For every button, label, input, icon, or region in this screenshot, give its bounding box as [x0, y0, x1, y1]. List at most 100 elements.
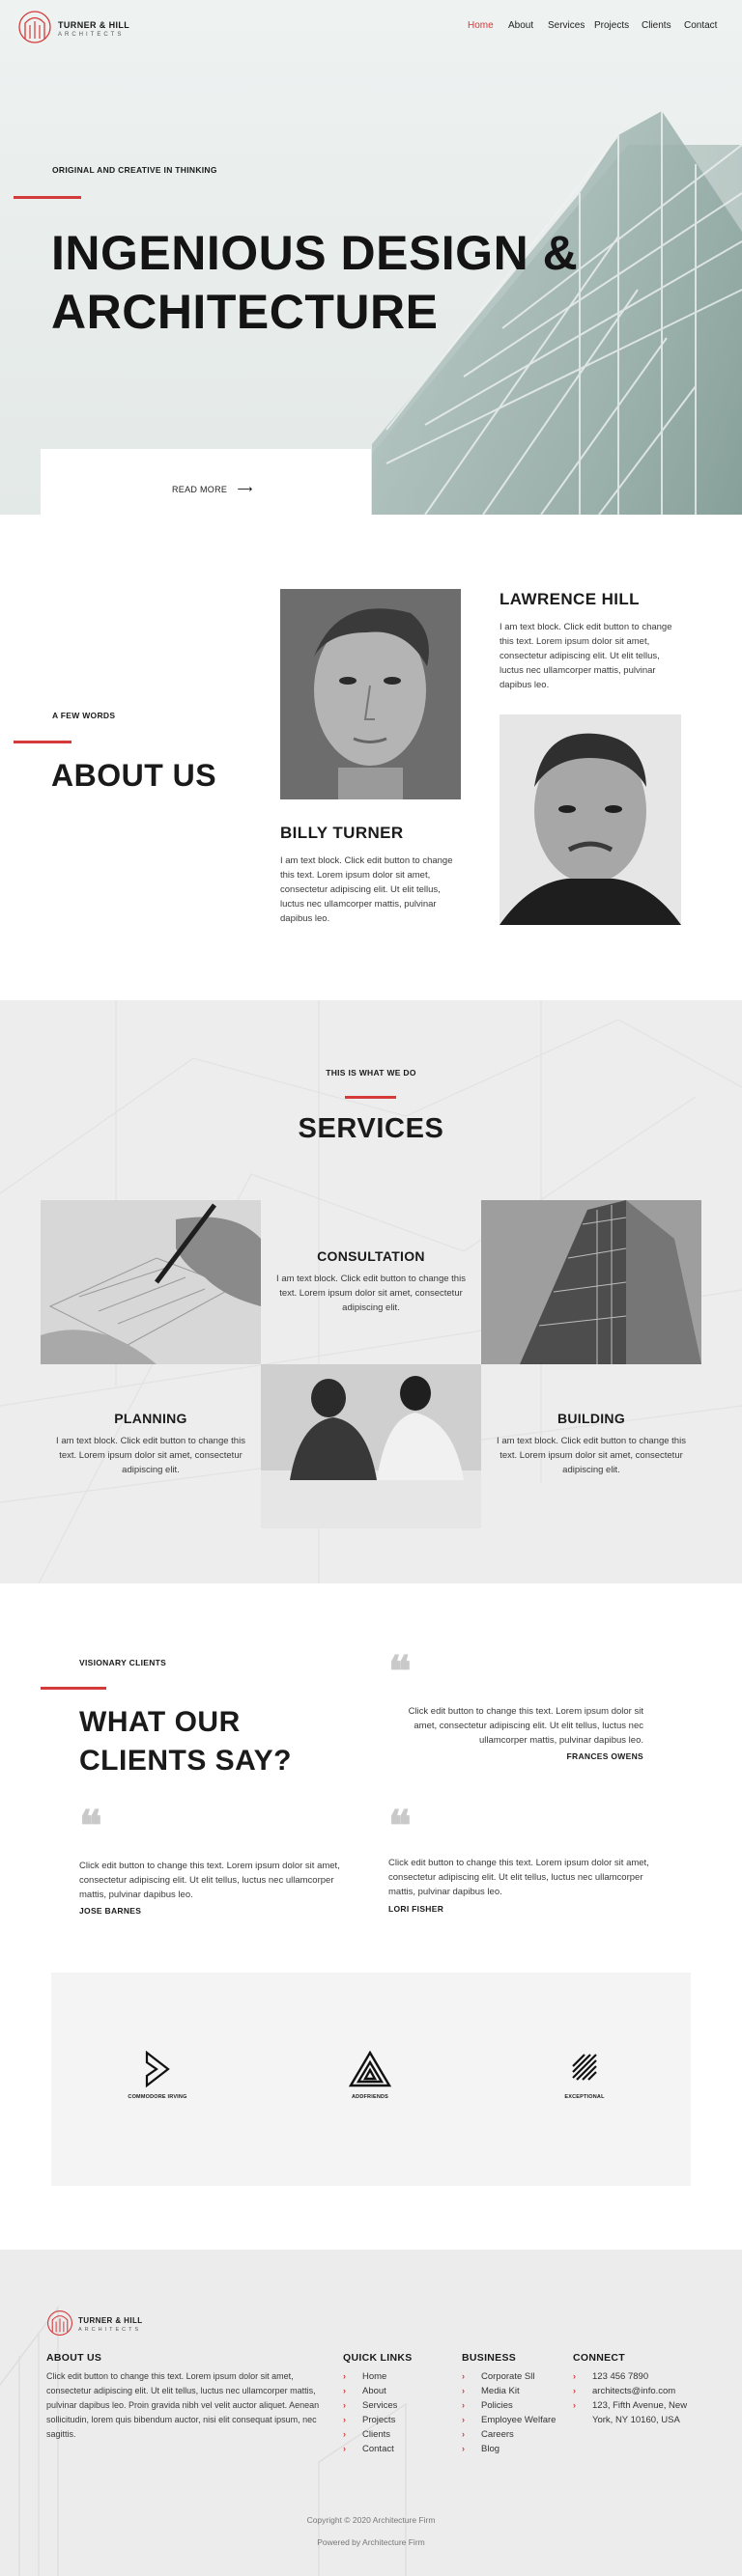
skyscraper-image	[481, 1200, 701, 1364]
service-building: BUILDING I am text block. Click edit but…	[481, 1364, 701, 1528]
billy-turner-photo	[280, 589, 461, 799]
chevron-right-icon: ›	[462, 2371, 465, 2381]
building-title: BUILDING	[556, 1411, 626, 1426]
chevron-right-icon: ›	[343, 2444, 346, 2453]
building-text: I am text block. Click edit button to ch…	[497, 1436, 686, 1475]
testimonial-1-text: Click edit button to change this text. L…	[408, 1706, 643, 1746]
footer-logo-sub: ARCHITECTS	[78, 2327, 142, 2333]
lawrence-hill-text: I am text block. Click edit button to ch…	[499, 622, 672, 690]
chevron-right-icon: ›	[343, 2371, 346, 2381]
business-links-list: › Corporate Sll › Media Kit › Policies › Emp…	[462, 2371, 568, 2463]
footer-link-home[interactable]: Home	[362, 2371, 386, 2382]
partner-logo-3: EXCEPTIONAL	[551, 2051, 618, 2100]
planning-text: I am text block. Click edit button to ch…	[56, 1436, 245, 1475]
hero-title-line2: ARCHITECTURE	[51, 285, 439, 339]
testimonials-title-line1: WHAT OUR	[79, 1706, 241, 1738]
image-meeting	[261, 1364, 481, 1528]
logo-sub: ARCHITECTS	[58, 32, 125, 38]
logo-mark-icon	[18, 11, 51, 43]
image-drawing	[41, 1200, 261, 1364]
portrait-image-2	[499, 714, 681, 925]
partner-3-name: EXCEPTIONAL	[564, 2094, 605, 2100]
portrait-image	[280, 589, 461, 799]
services-red-divider	[345, 1096, 396, 1099]
logo-mark-icon	[47, 2310, 72, 2336]
testimonials-title-line2: CLIENTS SAY?	[79, 1745, 292, 1777]
footer-logo-name: TURNER & HILL	[78, 2316, 143, 2325]
service-planning: PLANNING I am text block. Click edit but…	[41, 1364, 261, 1528]
site-footer: TURNER & HILL ARCHITECTS ABOUT US Click …	[0, 2250, 742, 2576]
quick-links-list: › Home › About › Services › Projects › Client…	[343, 2371, 440, 2463]
chevron-right-icon: ›	[462, 2444, 465, 2453]
chevron-right-icon: ›	[343, 2386, 346, 2395]
quick-links-title: QUICK LINKS	[343, 2352, 413, 2364]
chevron-right-icon: ›	[573, 2371, 576, 2381]
footer-about-title: ABOUT US	[46, 2352, 102, 2364]
chevron-right-icon: ›	[343, 2429, 346, 2439]
nav-clients[interactable]: Clients	[642, 20, 671, 31]
footer-logo[interactable]: TURNER & HILL ARCHITECTS	[46, 2310, 182, 2340]
image-tower	[481, 1200, 701, 1364]
read-more-button[interactable]: READ MORE ⟶	[172, 480, 253, 495]
footer-link-media-kit[interactable]: Media Kit	[481, 2386, 520, 2396]
footer-link-clients[interactable]: Clients	[362, 2429, 390, 2440]
site-logo[interactable]: TURNER & HILL ARCHITECTS	[17, 10, 153, 44]
contact-phone[interactable]: 123 456 7890	[592, 2371, 648, 2382]
main-nav: Home About Services Projects Clients Con…	[468, 20, 738, 36]
lawrence-hill-photo	[499, 714, 681, 925]
testimonial-2-text: Click edit button to change this text. L…	[79, 1861, 340, 1900]
footer-link-contact[interactable]: Contact	[362, 2444, 394, 2454]
team-meeting-image	[261, 1364, 481, 1528]
copyright-text: Copyright © 2020 Architecture Firm	[306, 2515, 436, 2525]
contact-address-line2: York, NY 10160, USA	[592, 2415, 680, 2425]
planning-title: PLANNING	[114, 1411, 187, 1426]
footer-link-careers[interactable]: Careers	[481, 2429, 514, 2440]
footer-link-policies[interactable]: Policies	[481, 2400, 513, 2411]
contact-email[interactable]: architects@info.com	[592, 2386, 675, 2396]
footer-link-employee-welfare[interactable]: Employee Welfare	[481, 2415, 556, 2425]
footer-link-corporate[interactable]: Corporate Sll	[481, 2371, 534, 2382]
footer-link-projects[interactable]: Projects	[362, 2415, 395, 2425]
chevron-right-icon: ›	[462, 2415, 465, 2424]
sketch-hand-image	[41, 1200, 261, 1364]
chevron-right-icon: ›	[462, 2386, 465, 2395]
partner-2-name: ADDFRIENDS	[351, 2094, 389, 2100]
read-more-label: READ MORE	[172, 485, 228, 494]
services-eyebrow: THIS IS WHAT WE DO	[326, 1068, 416, 1078]
logo-name: TURNER & HILL	[58, 20, 130, 30]
consultation-title: CONSULTATION	[317, 1248, 425, 1264]
footer-link-about[interactable]: About	[362, 2386, 386, 2396]
testimonial-3-author: LORI FISHER	[388, 1904, 444, 1914]
nav-contact[interactable]: Contact	[684, 20, 717, 31]
quote-icon: ❝	[388, 1647, 412, 1696]
chevron-right-icon: ›	[573, 2386, 576, 2395]
quote-icon: ❝	[79, 1802, 102, 1851]
about-title: ABOUT US	[51, 758, 217, 793]
footer-link-services[interactable]: Services	[362, 2400, 397, 2411]
lawrence-hill-name: LAWRENCE HILL	[499, 590, 640, 608]
arrow-right-icon: ⟶	[237, 484, 253, 495]
connect-list: › 123 456 7890 › architects@info.com › 123,…	[573, 2371, 718, 2449]
service-consultation: CONSULTATION I am text block. Click edit…	[261, 1200, 481, 1364]
partner-1-name: COMMODORE IRVING	[128, 2094, 187, 2100]
testimonials-red-divider	[41, 1687, 106, 1690]
triangle-logo-icon	[348, 2050, 392, 2087]
connect-title: CONNECT	[573, 2352, 626, 2364]
services-title: SERVICES	[298, 1113, 444, 1144]
about-eyebrow: A FEW WORDS	[52, 711, 116, 720]
chevron-right-icon: ›	[462, 2429, 465, 2439]
quote-icon: ❝	[388, 1802, 412, 1851]
footer-link-blog[interactable]: Blog	[481, 2444, 499, 2454]
chevron-right-icon: ›	[573, 2400, 576, 2410]
testimonials-eyebrow: VISIONARY CLIENTS	[79, 1658, 167, 1667]
nav-services[interactable]: Services	[548, 20, 585, 31]
nav-home[interactable]: Home	[468, 20, 494, 31]
hero-section: TURNER & HILL ARCHITECTS Home About Serv…	[0, 0, 742, 515]
nav-projects[interactable]: Projects	[594, 20, 629, 31]
chevron-right-icon: ›	[462, 2400, 465, 2410]
nav-about[interactable]: About	[508, 20, 533, 31]
diamond-logo-icon	[572, 2054, 597, 2081]
business-title: BUSINESS	[462, 2352, 517, 2364]
consultation-text: I am text block. Click edit button to ch…	[276, 1274, 466, 1313]
partner-logo-1: COMMODORE IRVING	[124, 2050, 191, 2100]
